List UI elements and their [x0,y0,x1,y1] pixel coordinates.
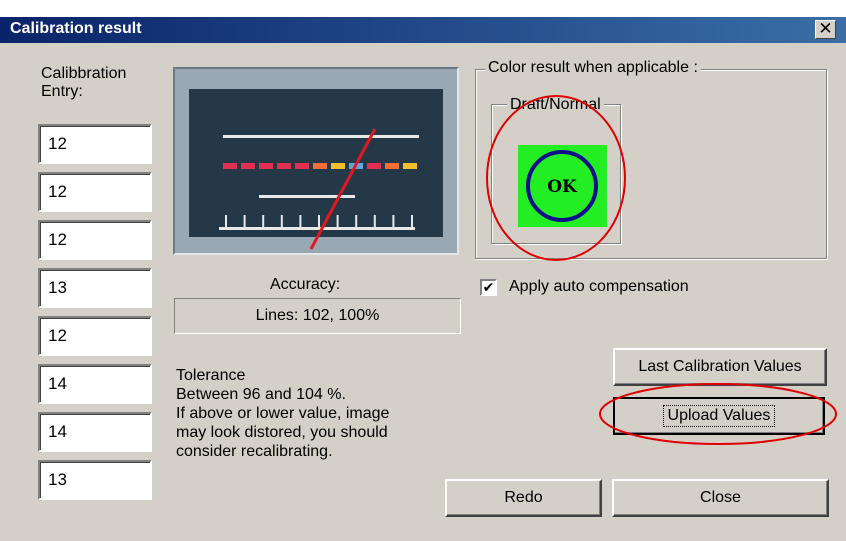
gauge-segment [385,163,399,169]
calibration-entry-label-line2: Entry: [41,83,83,100]
calibration-entry-4[interactable]: 13 [38,268,152,308]
window-title: Calibration result [10,20,142,37]
close-window-button[interactable]: ✕ [815,20,836,39]
gauge-tick [318,215,320,227]
color-result-caption: Color result when applicable : [485,59,701,77]
ok-status-box: OK [518,145,607,227]
accuracy-readout: Lines: 102, 100% [174,298,461,334]
tolerance-line-3: If above or lower value, image [176,405,390,422]
gauge-tick [411,215,413,227]
gauge-color-segments [223,163,417,169]
title-bar[interactable]: Calibration result ✕ [0,17,846,43]
gauge-segment [259,163,273,169]
accuracy-label: Accuracy: [270,276,341,293]
last-calibration-values-button[interactable]: Last Calibration Values [613,348,827,386]
calibration-entry-5[interactable]: 12 [38,316,152,356]
gauge-graphic [189,89,443,250]
gauge-segment [223,163,237,169]
draft-normal-caption: Draft/Normal [507,96,604,114]
upload-values-label: Upload Values [662,405,776,427]
gauge-segment [331,163,345,169]
gauge-tick [225,215,227,227]
tolerance-line-4: may look distored, you should [176,424,388,441]
gauge-tick [392,215,395,227]
upload-values-button[interactable]: Upload Values [613,397,825,435]
calibration-entry-8[interactable]: 13 [38,460,152,500]
gauge-segment [403,163,417,169]
tolerance-text: Tolerance Between 96 and 104 %. If above… [176,366,389,461]
calibration-entry-6[interactable]: 14 [38,364,152,404]
calibration-entry-1[interactable]: 12 [38,124,152,164]
gauge-tick [262,215,265,227]
ok-ring-graphic: OK [526,150,598,222]
gauge-segment [295,163,309,169]
gauge-segment [313,163,327,169]
gauge-tick [373,215,376,227]
gauge-tick [243,215,246,227]
gauge-tick [280,215,283,227]
calibration-entry-label-line1: Calibbration [41,65,127,82]
checkmark-icon: ✔ [482,279,495,295]
apply-auto-compensation-checkbox[interactable]: ✔ [480,279,497,296]
calibration-gauge-image [173,67,459,255]
calibration-entry-2[interactable]: 12 [38,172,152,212]
calibration-entry-label: Calibbration Entry: [41,65,126,101]
gauge-segment [367,163,381,169]
close-button[interactable]: Close [612,479,829,517]
gauge-segment [277,163,291,169]
close-icon: ✕ [818,19,833,38]
calibration-entry-3[interactable]: 12 [38,220,152,260]
gauge-tick [299,215,302,227]
gauge-baseline [219,227,415,230]
tolerance-line-5: consider recalibrating. [176,443,333,460]
ok-status-text: OK [547,177,578,197]
tolerance-line-1: Tolerance [176,367,246,384]
calibration-dialog: Calibration result ✕ Calibbration Entry:… [0,17,846,541]
gauge-top-line [223,135,419,138]
redo-button[interactable]: Redo [445,479,602,517]
gauge-segment [241,163,255,169]
tolerance-line-2: Between 96 and 104 %. [176,386,346,403]
gauge-tick [336,215,339,227]
apply-auto-compensation-label[interactable]: Apply auto compensation [509,278,689,296]
gauge-tick [355,215,358,227]
calibration-entry-7[interactable]: 14 [38,412,152,452]
